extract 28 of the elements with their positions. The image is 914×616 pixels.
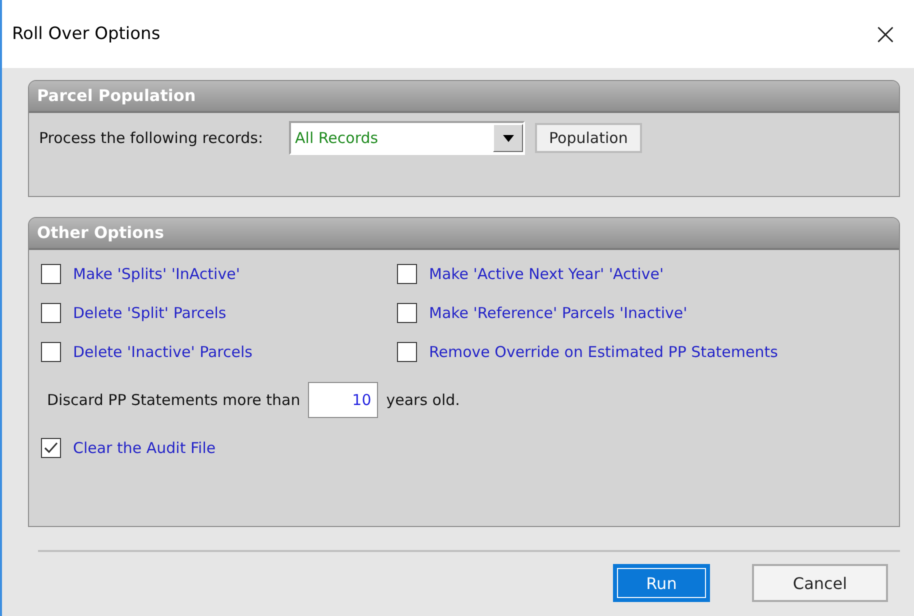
checkbox[interactable] bbox=[397, 342, 417, 362]
checkmark-icon bbox=[43, 440, 59, 456]
discard-label: Discard PP Statements more than bbox=[47, 391, 300, 409]
option-label[interactable]: Delete 'Split' Parcels bbox=[73, 304, 226, 322]
checkbox[interactable] bbox=[41, 438, 61, 458]
records-label: Process the following records: bbox=[39, 129, 264, 147]
checkbox[interactable] bbox=[397, 303, 417, 323]
cancel-button[interactable]: Cancel bbox=[752, 564, 888, 602]
dropdown-arrow-icon bbox=[502, 134, 514, 142]
population-button[interactable]: Population bbox=[535, 123, 642, 153]
option-label[interactable]: Make 'Splits' 'InActive' bbox=[73, 265, 240, 283]
records-dropdown[interactable]: All Records bbox=[289, 121, 526, 155]
years-label: years old. bbox=[386, 391, 460, 409]
checkbox[interactable] bbox=[397, 264, 417, 284]
years-field[interactable]: 10 bbox=[308, 382, 378, 418]
run-button[interactable]: Run bbox=[613, 564, 710, 602]
checkbox[interactable] bbox=[41, 303, 61, 323]
checkbox[interactable] bbox=[41, 342, 61, 362]
option-label[interactable]: Delete 'Inactive' Parcels bbox=[73, 343, 252, 361]
option-label[interactable]: Remove Override on Estimated PP Statements bbox=[429, 343, 778, 361]
option-label[interactable]: Clear the Audit File bbox=[73, 439, 216, 457]
panel-header: Other Options bbox=[29, 218, 899, 250]
option-label[interactable]: Make 'Active Next Year' 'Active' bbox=[429, 265, 664, 283]
option-label[interactable]: Make 'Reference' Parcels 'Inactive' bbox=[429, 304, 688, 322]
window-title: Roll Over Options bbox=[12, 24, 160, 44]
close-button[interactable]: × bbox=[866, 16, 904, 52]
panel-header: Parcel Population bbox=[29, 81, 899, 113]
checkbox[interactable] bbox=[41, 264, 61, 284]
